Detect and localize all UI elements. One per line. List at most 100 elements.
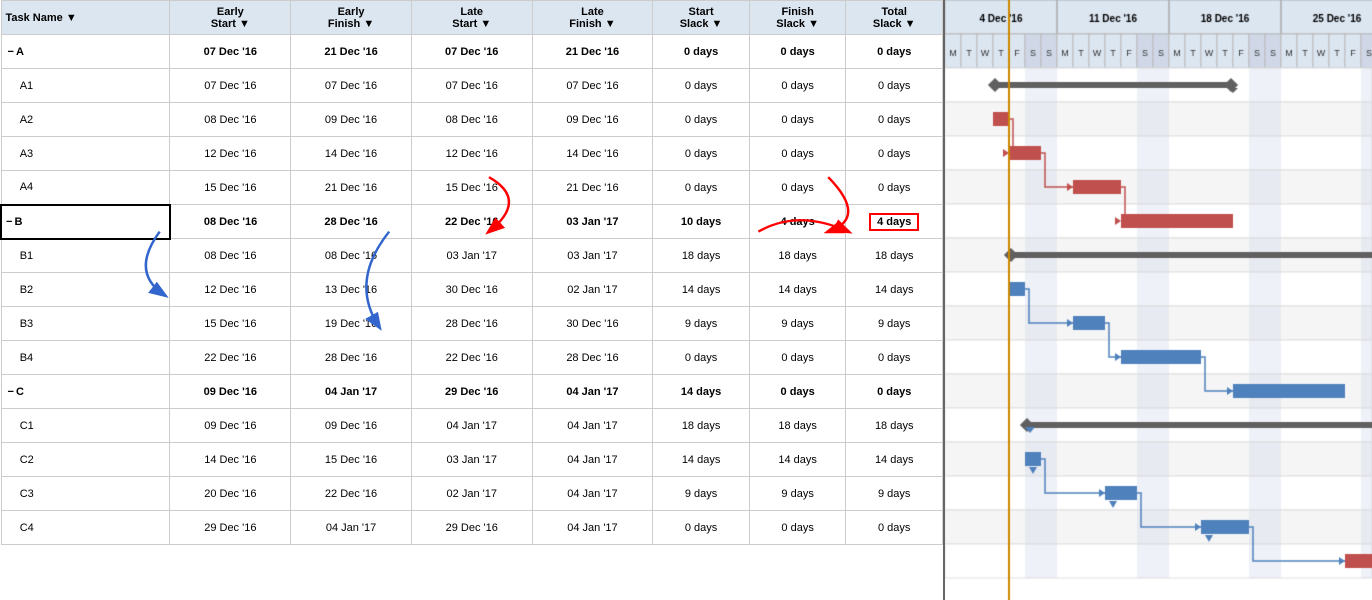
table-wrapper: Task Name ▼ EarlyStart ▼ EarlyFinish ▼ L… bbox=[0, 0, 943, 545]
table-body: −A 07 Dec '16 21 Dec '16 07 Dec '16 21 D… bbox=[1, 35, 943, 545]
cell-start-slack: 18 days bbox=[653, 409, 750, 443]
cell-early-start: 09 Dec '16 bbox=[170, 409, 291, 443]
cell-early-start: 07 Dec '16 bbox=[170, 69, 291, 103]
cell-early-start: 20 Dec '16 bbox=[170, 477, 291, 511]
cell-task-name: B3 bbox=[1, 307, 170, 341]
cell-task-name: C4 bbox=[1, 511, 170, 545]
table-row: −B 08 Dec '16 28 Dec '16 22 Dec '16 03 J… bbox=[1, 205, 943, 239]
task-table: Task Name ▼ EarlyStart ▼ EarlyFinish ▼ L… bbox=[0, 0, 943, 545]
cell-total-slack: 14 days bbox=[846, 443, 943, 477]
cell-task-name: C3 bbox=[1, 477, 170, 511]
cell-late-finish: 07 Dec '16 bbox=[532, 69, 653, 103]
cell-late-finish: 04 Jan '17 bbox=[532, 375, 653, 409]
table-row: −C 09 Dec '16 04 Jan '17 29 Dec '16 04 J… bbox=[1, 375, 943, 409]
cell-late-finish: 02 Jan '17 bbox=[532, 273, 653, 307]
cell-total-slack: 0 days bbox=[846, 35, 943, 69]
cell-early-finish: 04 Jan '17 bbox=[291, 511, 412, 545]
table-row: A3 12 Dec '16 14 Dec '16 12 Dec '16 14 D… bbox=[1, 137, 943, 171]
cell-early-start: 29 Dec '16 bbox=[170, 511, 291, 545]
table-row: C1 09 Dec '16 09 Dec '16 04 Jan '17 04 J… bbox=[1, 409, 943, 443]
col-task-name[interactable]: Task Name ▼ bbox=[1, 1, 170, 35]
cell-finish-slack: 18 days bbox=[749, 239, 846, 273]
cell-late-start: 29 Dec '16 bbox=[411, 375, 532, 409]
cell-late-finish: 04 Jan '17 bbox=[532, 477, 653, 511]
main-container: Task Name ▼ EarlyStart ▼ EarlyFinish ▼ L… bbox=[0, 0, 1372, 600]
cell-total-slack: 14 days bbox=[846, 273, 943, 307]
late-finish-sort-icon: ▼ bbox=[605, 18, 616, 30]
cell-early-start: 14 Dec '16 bbox=[170, 443, 291, 477]
cell-total-slack: 0 days bbox=[846, 137, 943, 171]
group-toggle[interactable]: − bbox=[8, 46, 14, 58]
cell-early-start: 08 Dec '16 bbox=[170, 239, 291, 273]
cell-finish-slack: 0 days bbox=[749, 511, 846, 545]
cell-finish-slack: 0 days bbox=[749, 375, 846, 409]
cell-finish-slack: 0 days bbox=[749, 341, 846, 375]
cell-early-finish: 28 Dec '16 bbox=[291, 341, 412, 375]
cell-early-start: 15 Dec '16 bbox=[170, 307, 291, 341]
col-late-finish[interactable]: LateFinish ▼ bbox=[532, 1, 653, 35]
cell-early-finish: 09 Dec '16 bbox=[291, 409, 412, 443]
col-late-start[interactable]: LateStart ▼ bbox=[411, 1, 532, 35]
cell-late-start: 29 Dec '16 bbox=[411, 511, 532, 545]
cell-start-slack: 0 days bbox=[653, 137, 750, 171]
cell-early-finish: 04 Jan '17 bbox=[291, 375, 412, 409]
cell-task-name: A1 bbox=[1, 69, 170, 103]
cell-early-start: 12 Dec '16 bbox=[170, 137, 291, 171]
cell-start-slack: 9 days bbox=[653, 477, 750, 511]
cell-late-finish: 21 Dec '16 bbox=[532, 171, 653, 205]
cell-early-finish: 19 Dec '16 bbox=[291, 307, 412, 341]
gantt-canvas bbox=[945, 0, 1372, 600]
cell-start-slack: 10 days bbox=[653, 205, 750, 239]
cell-finish-slack: 14 days bbox=[749, 273, 846, 307]
cell-task-name: A2 bbox=[1, 103, 170, 137]
col-start-slack[interactable]: StartSlack ▼ bbox=[653, 1, 750, 35]
cell-start-slack: 14 days bbox=[653, 443, 750, 477]
cell-late-start: 04 Jan '17 bbox=[411, 409, 532, 443]
cell-start-slack: 0 days bbox=[653, 511, 750, 545]
table-row: B4 22 Dec '16 28 Dec '16 22 Dec '16 28 D… bbox=[1, 341, 943, 375]
cell-task-name: C2 bbox=[1, 443, 170, 477]
cell-late-start: 07 Dec '16 bbox=[411, 69, 532, 103]
cell-start-slack: 0 days bbox=[653, 69, 750, 103]
group-toggle[interactable]: − bbox=[6, 216, 12, 228]
cell-early-start: 09 Dec '16 bbox=[170, 375, 291, 409]
cell-early-start: 15 Dec '16 bbox=[170, 171, 291, 205]
cell-late-finish: 04 Jan '17 bbox=[532, 443, 653, 477]
header-row: Task Name ▼ EarlyStart ▼ EarlyFinish ▼ L… bbox=[1, 1, 943, 35]
cell-finish-slack: 14 days bbox=[749, 443, 846, 477]
cell-total-slack: 4 days bbox=[846, 205, 943, 239]
finish-slack-sort-icon: ▼ bbox=[808, 18, 819, 30]
cell-early-start: 08 Dec '16 bbox=[170, 205, 291, 239]
col-finish-slack[interactable]: FinishSlack ▼ bbox=[749, 1, 846, 35]
cell-late-finish: 28 Dec '16 bbox=[532, 341, 653, 375]
cell-early-finish: 21 Dec '16 bbox=[291, 171, 412, 205]
table-row: C4 29 Dec '16 04 Jan '17 29 Dec '16 04 J… bbox=[1, 511, 943, 545]
early-start-sort-icon: ▼ bbox=[239, 18, 250, 30]
cell-late-start: 15 Dec '16 bbox=[411, 171, 532, 205]
cell-late-start: 02 Jan '17 bbox=[411, 477, 532, 511]
start-slack-sort-icon: ▼ bbox=[712, 18, 723, 30]
cell-start-slack: 14 days bbox=[653, 273, 750, 307]
cell-late-start: 12 Dec '16 bbox=[411, 137, 532, 171]
cell-task-name: B4 bbox=[1, 341, 170, 375]
cell-early-finish: 07 Dec '16 bbox=[291, 69, 412, 103]
cell-late-finish: 03 Jan '17 bbox=[532, 239, 653, 273]
cell-task-name: B1 bbox=[1, 239, 170, 273]
task-name-sort-icon[interactable]: ▼ bbox=[66, 12, 77, 24]
cell-task-name: A3 bbox=[1, 137, 170, 171]
col-total-slack[interactable]: TotalSlack ▼ bbox=[846, 1, 943, 35]
cell-late-finish: 30 Dec '16 bbox=[532, 307, 653, 341]
cell-late-finish: 09 Dec '16 bbox=[532, 103, 653, 137]
cell-task-name: −B bbox=[1, 205, 170, 239]
group-toggle[interactable]: − bbox=[8, 386, 14, 398]
cell-start-slack: 0 days bbox=[653, 35, 750, 69]
cell-start-slack: 18 days bbox=[653, 239, 750, 273]
cell-early-start: 08 Dec '16 bbox=[170, 103, 291, 137]
cell-early-finish: 21 Dec '16 bbox=[291, 35, 412, 69]
cell-start-slack: 0 days bbox=[653, 171, 750, 205]
cell-early-finish: 28 Dec '16 bbox=[291, 205, 412, 239]
cell-late-start: 07 Dec '16 bbox=[411, 35, 532, 69]
col-early-start[interactable]: EarlyStart ▼ bbox=[170, 1, 291, 35]
cell-late-finish: 04 Jan '17 bbox=[532, 511, 653, 545]
col-early-finish[interactable]: EarlyFinish ▼ bbox=[291, 1, 412, 35]
